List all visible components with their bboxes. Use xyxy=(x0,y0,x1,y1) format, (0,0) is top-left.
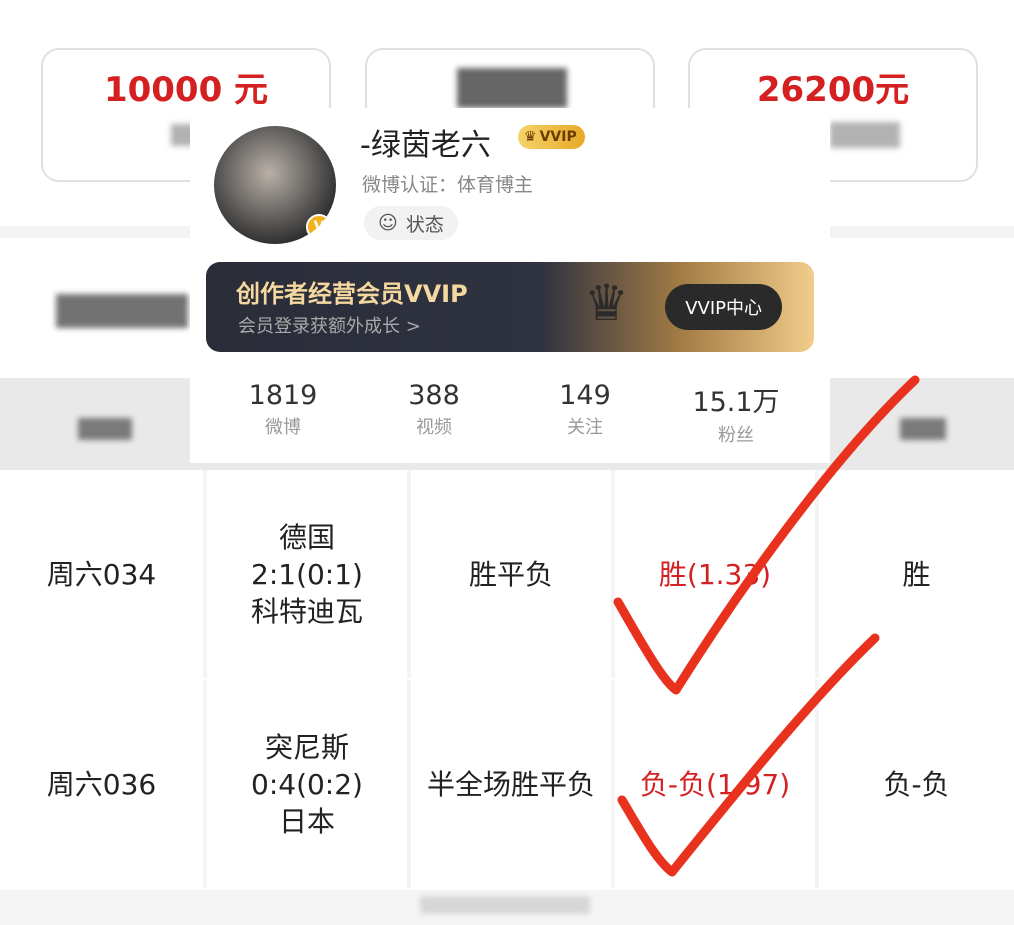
crown-icon: ♛ xyxy=(524,129,537,145)
match-id: 周六036 xyxy=(0,680,203,888)
stat-value: 15.1万 xyxy=(692,387,780,418)
banner-subtitle: 会员登录获额外成长 > xyxy=(238,316,421,337)
home-team: 突尼斯 xyxy=(264,730,349,764)
blurred-footer xyxy=(420,896,590,914)
stat-videos[interactable]: 388 视频 xyxy=(379,380,489,439)
table-row: 周六034 德国 2:1(0:1) 科特迪瓦 胜平负 胜(1.33) 胜 xyxy=(0,470,1014,678)
stat-following[interactable]: 149 关注 xyxy=(530,380,640,439)
play-type: 胜平负 xyxy=(411,470,611,678)
play-type: 半全场胜平负 xyxy=(411,680,611,888)
match-teams: 德国 2:1(0:1) 科特迪瓦 xyxy=(207,470,407,678)
stat-value: 388 xyxy=(408,380,460,411)
avatar[interactable]: V xyxy=(214,126,336,244)
stat-value: 149 xyxy=(559,380,611,411)
score: 2:1(0:1) xyxy=(251,557,363,591)
home-team: 德国 xyxy=(278,520,335,554)
banner-title: 创作者经营会员VVIP xyxy=(236,280,468,308)
stat-followers[interactable]: 15.1万 粉丝 xyxy=(681,380,791,447)
stat-value: 1819 xyxy=(248,380,318,411)
smile-icon: ☺ xyxy=(378,212,398,234)
status-label: 状态 xyxy=(405,213,444,236)
amount-value: 10000 元 xyxy=(103,70,269,110)
score: 0:4(0:2) xyxy=(251,767,363,801)
blurred-header-1 xyxy=(78,418,132,440)
pick: 负-负(1.97) xyxy=(615,680,815,888)
stat-label: 粉丝 xyxy=(718,425,754,446)
away-team: 科特迪瓦 xyxy=(250,594,363,628)
blurred-label xyxy=(830,122,900,148)
match-id: 周六034 xyxy=(0,470,203,678)
vvip-badge-label: VVIP xyxy=(539,129,577,145)
blurred-header-5 xyxy=(900,418,946,440)
vvip-banner[interactable]: 创作者经营会员VVIP 会员登录获额外成长 > ♛ VVIP中心 xyxy=(206,262,814,352)
vvip-badge[interactable]: ♛ VVIP xyxy=(518,125,585,149)
away-team: 日本 xyxy=(278,804,335,838)
verified-icon: V xyxy=(306,214,332,240)
status-button[interactable]: ☺ 状态 xyxy=(364,206,458,240)
result: 胜 xyxy=(819,470,1014,678)
crown-icon: ♛ xyxy=(584,274,629,332)
stat-label: 关注 xyxy=(567,417,603,438)
verification-text: 微博认证：体育博主 xyxy=(362,174,534,196)
stat-label: 微博 xyxy=(265,417,301,438)
result: 负-负 xyxy=(819,680,1014,888)
table-row: 周六036 突尼斯 0:4(0:2) 日本 半全场胜平负 负-负(1.97) 负… xyxy=(0,680,1014,888)
amount-value: 26200元 xyxy=(756,70,910,110)
bottom-band xyxy=(0,890,1014,925)
blurred-section-title xyxy=(56,294,188,328)
vvip-center-button[interactable]: VVIP中心 xyxy=(665,284,782,330)
stat-posts[interactable]: 1819 微博 xyxy=(228,380,338,439)
nickname[interactable]: -绿茵老六 xyxy=(360,120,491,164)
blurred-amount xyxy=(457,68,567,108)
match-teams: 突尼斯 0:4(0:2) 日本 xyxy=(207,680,407,888)
pick: 胜(1.33) xyxy=(615,470,815,678)
stat-label: 视频 xyxy=(416,417,452,438)
